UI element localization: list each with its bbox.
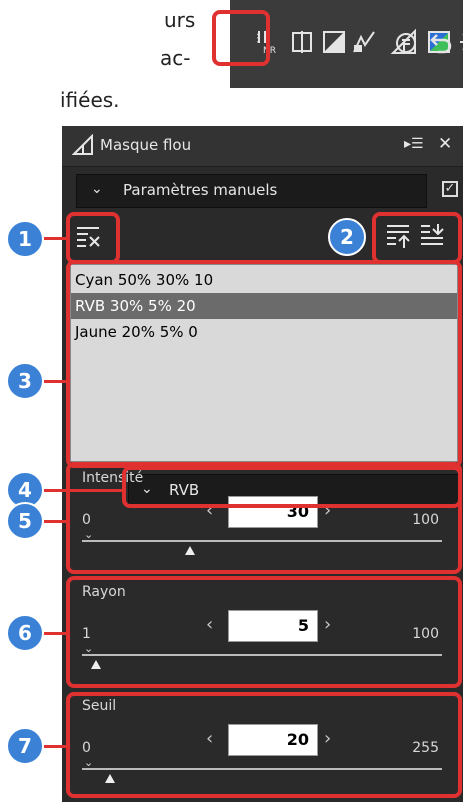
palette-titlebar: Masque flou ▸☰ ✕ [62,126,463,167]
preset-label: Paramètres manuels [123,181,278,199]
callout-number-1: 1 [6,220,44,258]
callout-box-6 [66,576,462,688]
star-filter-icon[interactable] [457,28,463,56]
callout-line-3 [44,380,68,383]
callout-box-5 [66,462,462,574]
levels-icon[interactable] [320,28,348,56]
callout-line-1 [44,237,68,240]
unsharp-mask-highlight [212,10,270,66]
reset-icon[interactable] [392,28,420,56]
unsharp-mask-icon [71,133,94,160]
doc-text-line-1: urs [164,8,196,32]
apply-checkbox[interactable]: ✓ [442,181,458,197]
callout-line-4 [44,489,124,492]
crop-icon[interactable] [288,28,316,56]
palette-title: Masque flou [100,136,192,154]
undo-icon[interactable] [428,28,456,56]
callout-number-5: 5 [6,502,44,540]
close-icon[interactable]: ✕ [438,134,452,154]
preset-dropdown[interactable]: ⌄ Paramètres manuels [76,174,427,208]
callout-box-3 [66,260,462,468]
callout-line-7 [44,745,68,748]
doc-text-line-2: ac- [160,46,191,70]
curves-icon[interactable] [350,28,378,56]
callout-line-5 [44,520,68,523]
callout-number-6: 6 [6,614,44,652]
palette-menu-icon[interactable]: ▸☰ [404,136,424,152]
callout-box-2 [372,212,462,264]
callout-number-3: 3 [6,362,44,400]
callout-number-7: 7 [6,727,44,765]
callout-box-1 [66,212,120,264]
callout-line-6 [44,632,68,635]
callout-number-2: 2 [328,218,366,256]
callout-box-7 [66,692,462,798]
chevron-down-icon: ⌄ [91,181,103,197]
doc-text-line-3: ifiées. [60,88,120,112]
